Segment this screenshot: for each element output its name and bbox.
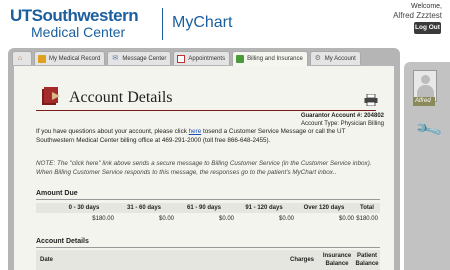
avatar-body-icon [417,85,434,97]
avatar-head-icon [421,75,430,84]
avatar-label: Alfred [413,97,435,106]
account-type-value: Physician Billing [340,121,384,127]
col-insurance-line2: Balance [325,261,349,267]
questions-paragraph: If you have questions about your account… [36,128,376,145]
tab-label: Appointments [188,55,226,62]
title-divider [36,110,376,111]
col-over-120: Over 120 days [303,205,345,211]
val-total: $180.00 [356,216,378,222]
account-book-icon [42,87,60,105]
home-icon: ⌂ [17,54,23,62]
welcome-label: Welcome, [411,3,442,10]
tab-label: My Account [324,55,356,62]
col-61-90: 61 - 90 days [186,205,222,211]
account-type-label: Account Type: [301,121,339,127]
col-31-60: 31 - 60 days [126,205,162,211]
contact-billing-link[interactable]: here [189,128,202,135]
col-date: Date [40,257,54,263]
user-name: Alfred Zzztest [393,11,442,20]
tab-my-medical-record[interactable]: My Medical Record [34,51,106,65]
val-over-120: $0.00 [338,216,354,222]
tab-message-center[interactable]: ✉ Message Center [107,51,172,65]
tab-label: Message Center [122,55,167,62]
guarantor-value: 204802 [363,113,384,119]
app-name: MyChart [172,14,233,31]
tab-billing-and-insurance[interactable]: Billing and Insurance [232,51,308,66]
amount-due-header-row: 0 - 30 days 31 - 60 days 61 - 90 days 91… [36,203,380,213]
col-insurance-balance: Insurance Balance [322,252,352,268]
calendar-icon [177,54,186,63]
logo-southwestern: Southwestern [31,6,139,25]
val-91-120: $0.00 [278,216,294,222]
col-total: Total [360,205,374,211]
col-charges: Charges [290,257,315,263]
val-61-90: $0.00 [218,216,234,222]
gear-icon: ⚙ [314,54,321,62]
val-31-60: $0.00 [158,216,174,222]
printer-icon[interactable] [364,94,378,106]
envelope-icon: ✉ [112,54,119,62]
account-details-heading: Account Details [36,238,89,245]
tab-my-account[interactable]: ⚙ My Account [309,51,361,65]
folder-icon [38,54,46,63]
guarantor-label: Guarantor Account #: [300,113,363,119]
guarantor-info: Guarantor Account #: 204802 Account Type… [301,112,384,128]
account-details-header-row: Date Charges Insurance Balance Patient B… [36,250,380,270]
account-details-divider [36,247,380,248]
welcome-block: Welcome, Alfred Zzztest [393,2,442,20]
utsw-logo[interactable]: UTSouthwestern Medical Center [10,6,139,40]
col-patient-balance: Patient Balance [354,252,380,268]
col-91-120: 91 - 120 days [245,205,283,211]
tab-home[interactable]: ⌂ [12,51,32,65]
logo-medical-center: Medical Center [31,24,126,40]
col-patient-line1: Patient [356,253,377,259]
para-text-pre: If you have questions about your account… [36,128,187,135]
tab-label: Billing and Insurance [247,56,303,62]
amount-due-values-row: $180.00 $0.00 $0.00 $0.00 $0.00 $180.00 [36,214,380,224]
tab-label: My Medical Record [49,55,101,62]
logo-divider [162,8,163,40]
col-insurance-line1: Insurance [322,253,352,259]
logout-button[interactable]: Log Out [414,22,441,34]
nav-tabs: ⌂ My Medical Record ✉ Message Center App… [12,51,363,66]
logo-ut: UT [10,6,32,25]
header: UTSouthwestern Medical Center MyChart We… [0,0,450,50]
amount-due-divider [36,199,380,200]
tab-appointments[interactable]: Appointments [173,51,231,65]
note-paragraph: NOTE: The "click here" link above sends … [36,160,372,176]
val-0-30: $180.00 [92,216,114,222]
money-icon [236,55,245,63]
page-title: Account Details [69,89,173,106]
col-patient-line2: Balance [355,261,379,267]
content-area: Account Details Guarantor Account #: 204… [14,66,394,270]
col-0-30: 0 - 30 days [68,205,100,211]
amount-due-heading: Amount Due [36,190,78,197]
